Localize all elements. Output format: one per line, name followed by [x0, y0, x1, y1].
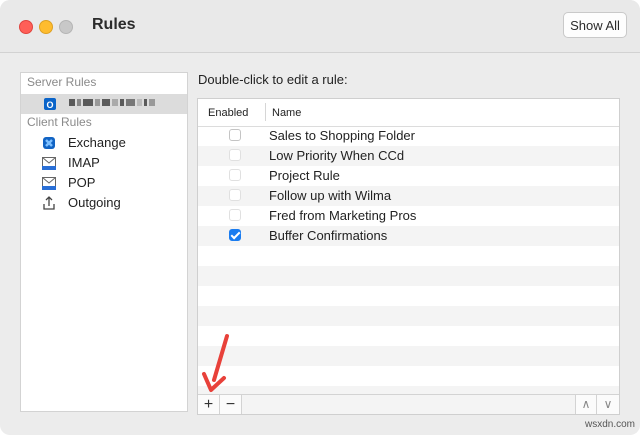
server-account-item[interactable]: O: [21, 94, 187, 114]
sidebar-item-exchange[interactable]: Exchange: [21, 133, 187, 153]
rules-window: Rules Show All Server Rules O Client Rul…: [0, 0, 640, 435]
imap-icon: [42, 157, 56, 170]
remove-rule-button[interactable]: −: [220, 395, 242, 414]
table-row[interactable]: Follow up with Wilma: [198, 186, 619, 206]
rule-name: Fred from Marketing Pros: [269, 208, 417, 223]
title-bar: Rules Show All: [0, 0, 640, 53]
rule-name: Buffer Confirmations: [269, 228, 388, 243]
table-row[interactable]: Buffer Confirmations: [198, 226, 619, 246]
watermark: wsxdn.com: [585, 419, 636, 430]
pop-icon: [42, 177, 56, 190]
table-row[interactable]: Sales to Shopping Folder: [198, 126, 619, 146]
table-row[interactable]: Project Rule: [198, 166, 619, 186]
rule-enabled-checkbox[interactable]: [229, 209, 241, 221]
rules-table: Enabled Name Sales to Shopping Folder Lo…: [197, 98, 620, 415]
client-rules-header: Client Rules: [27, 115, 92, 129]
sidebar-item-label: Exchange: [68, 135, 126, 150]
close-window-button[interactable]: [19, 20, 33, 34]
rule-enabled-checkbox[interactable]: [229, 189, 241, 201]
rule-name: Project Rule: [269, 168, 340, 183]
empty-row: [198, 346, 619, 366]
sidebar-item-outgoing[interactable]: Outgoing: [21, 193, 187, 213]
column-header-name[interactable]: Name: [272, 107, 301, 119]
empty-row: [198, 266, 619, 286]
server-rules-header: Server Rules: [27, 75, 97, 89]
edit-rule-prompt: Double-click to edit a rule:: [198, 72, 348, 87]
rule-enabled-checkbox[interactable]: [229, 129, 241, 141]
rule-enabled-checkbox[interactable]: [229, 169, 241, 181]
exchange-icon: [43, 137, 55, 149]
column-divider[interactable]: [265, 103, 266, 121]
move-down-button[interactable]: ∨: [597, 395, 619, 414]
empty-row: [198, 326, 619, 346]
rule-name: Sales to Shopping Folder: [269, 128, 415, 143]
svg-text:O: O: [46, 100, 53, 110]
empty-row: [198, 366, 619, 386]
sidebar-item-label: POP: [68, 175, 96, 190]
sidebar-item-imap[interactable]: IMAP: [21, 153, 187, 173]
redacted-account-name: [69, 99, 155, 106]
zoom-window-button[interactable]: [59, 20, 73, 34]
show-all-button[interactable]: Show All: [563, 12, 627, 38]
exchange-account-icon: O: [44, 98, 56, 110]
accounts-sidebar: Server Rules O Client Rules Exchange IMA…: [20, 72, 188, 412]
table-row[interactable]: Fred from Marketing Pros: [198, 206, 619, 226]
column-header-enabled[interactable]: Enabled: [208, 107, 248, 119]
sidebar-item-pop[interactable]: POP: [21, 173, 187, 193]
table-footer-toolbar: + − ∧ ∨: [198, 394, 619, 414]
move-up-button[interactable]: ∧: [575, 395, 597, 414]
rule-enabled-checkbox[interactable]: [229, 149, 241, 161]
rule-name: Follow up with Wilma: [269, 188, 392, 203]
minimize-window-button[interactable]: [39, 20, 53, 34]
sidebar-item-label: Outgoing: [68, 195, 121, 210]
rule-name: Low Priority When CCd: [269, 148, 405, 163]
sidebar-item-label: IMAP: [68, 155, 100, 170]
outgoing-icon: [43, 196, 55, 210]
rule-enabled-checkbox[interactable]: [229, 229, 241, 241]
rules-list: Sales to Shopping Folder Low Priority Wh…: [198, 126, 619, 406]
annotation-arrow-icon: [202, 334, 229, 392]
table-row[interactable]: Low Priority When CCd: [198, 146, 619, 166]
empty-row: [198, 286, 619, 306]
table-header: Enabled Name: [198, 99, 619, 127]
empty-row: [198, 246, 619, 266]
add-rule-button[interactable]: +: [198, 395, 220, 414]
window-title: Rules: [92, 16, 136, 33]
empty-row: [198, 306, 619, 326]
